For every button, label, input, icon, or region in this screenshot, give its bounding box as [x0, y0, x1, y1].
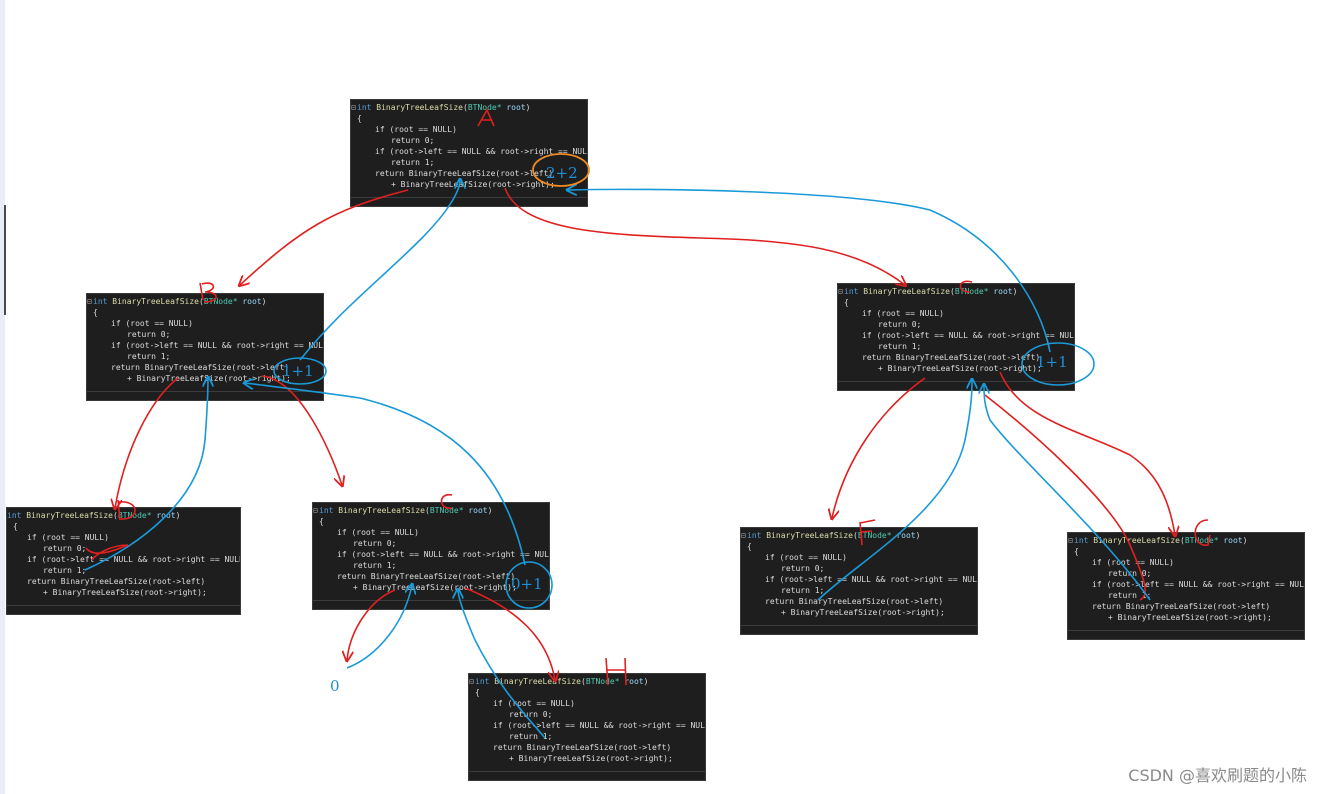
return-arrow-b-to-a — [299, 180, 460, 361]
code-block-a: ⊟int BinaryTreeLeafSize(BTNode* root) { … — [350, 99, 588, 207]
window-edge — [0, 0, 5, 794]
code-block-g: ⊟int BinaryTreeLeafSize(BTNode* root) { … — [1067, 532, 1305, 640]
return-value-b: 1+1 — [282, 362, 314, 380]
watermark: CSDN @喜欢刷题的小陈 — [1128, 766, 1307, 785]
code-block-h: ⊟int BinaryTreeLeafSize(BTNode* root) { … — [468, 673, 706, 781]
code-block-f: ⊟int BinaryTreeLeafSize(BTNode* root) { … — [740, 527, 978, 635]
return-value-c: 1+1 — [1036, 353, 1068, 371]
code-block-e: ⊟int BinaryTreeLeafSize(BTNode* root) { … — [312, 502, 550, 610]
return-value-null: 0 — [330, 677, 340, 695]
code-block-b: ⊟int BinaryTreeLeafSize(BTNode* root) { … — [86, 293, 324, 401]
code-block-d: int BinaryTreeLeafSize(BTNode* root) { i… — [6, 507, 241, 615]
window-edge-marker — [4, 205, 6, 315]
return-value-e: 0+1 — [511, 575, 543, 593]
return-value-a: 2+2 — [546, 164, 578, 182]
return-arrows — [84, 180, 1151, 739]
call-arrow-c-to-g — [999, 371, 1175, 535]
code-block-c: ⊟int BinaryTreeLeafSize(BTNode* root) { … — [837, 283, 1075, 391]
call-arrow-c-to-f — [832, 377, 926, 518]
